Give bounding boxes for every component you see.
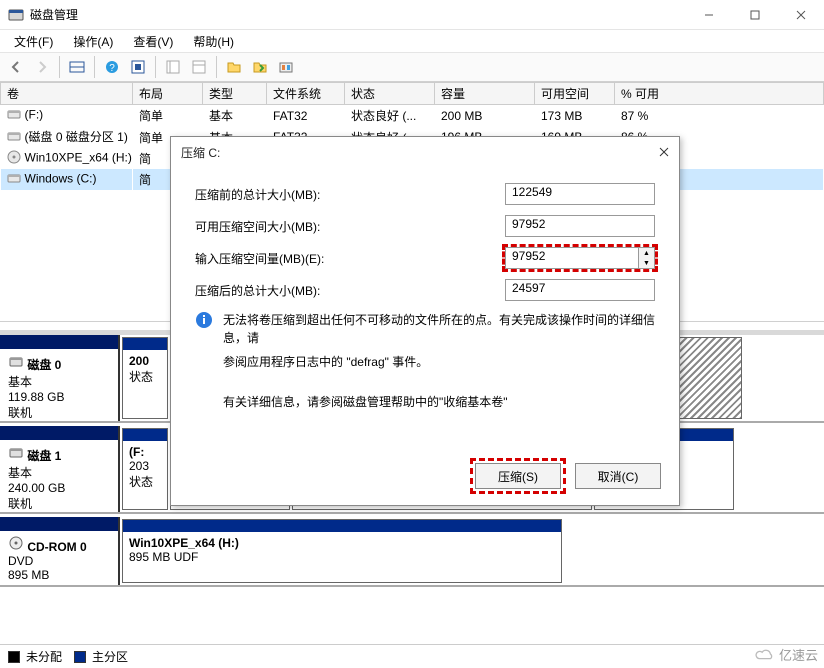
menu-bar: 文件(F) 操作(A) 查看(V) 帮助(H) [0, 30, 824, 52]
drive-icon [7, 129, 21, 146]
field-total-after: 24597 [505, 279, 655, 301]
dialog-help-text: 有关详细信息，请参阅磁盘管理帮助中的"收缩基本卷" [223, 393, 655, 410]
legend-unalloc-label: 未分配 [26, 648, 62, 665]
drive-icon [7, 171, 21, 188]
toolbar: ? [0, 52, 824, 82]
app-icon [8, 7, 24, 23]
svg-text:?: ? [109, 63, 115, 74]
volume-row[interactable]: (F:)简单基本FAT32状态良好 (...200 MB173 MB87 % [1, 105, 824, 127]
info-text-2: 参阅应用程序日志中的 "defrag" 事件。 [223, 353, 655, 371]
col-capacity[interactable]: 容量 [435, 83, 535, 105]
legend-primary-swatch [74, 651, 86, 663]
spinner-down-button[interactable]: ▼ [639, 258, 654, 268]
cancel-button[interactable]: 取消(C) [575, 463, 661, 489]
properties-button[interactable] [187, 55, 211, 79]
menu-view[interactable]: 查看(V) [125, 31, 181, 52]
col-layout[interactable]: 布局 [133, 83, 203, 105]
toolbar-sep [59, 56, 60, 78]
minimize-button[interactable] [686, 0, 732, 30]
volume-header-row: 卷 布局 类型 文件系统 状态 容量 可用空间 % 可用 [1, 83, 824, 105]
partition[interactable]: (F:203状态 [122, 428, 168, 510]
disk-row: CD-ROM 0DVD895 MBWin10XPE_x64 (H:)895 MB… [0, 517, 824, 587]
legend: 未分配 主分区 [0, 644, 824, 668]
shrink-amount-value[interactable]: 97952 [506, 248, 638, 268]
col-free[interactable]: 可用空间 [535, 83, 615, 105]
shrink-button[interactable]: 压缩(S) [475, 463, 561, 489]
back-button[interactable] [4, 55, 28, 79]
toolbar-sep [216, 56, 217, 78]
menu-file[interactable]: 文件(F) [6, 31, 61, 52]
field-total-before: 122549 [505, 183, 655, 205]
legend-primary-label: 主分区 [92, 648, 128, 665]
toolbar-sep [155, 56, 156, 78]
col-status[interactable]: 状态 [345, 83, 435, 105]
spinner-up-button[interactable]: ▲ [639, 248, 654, 258]
toolbar-sep [94, 56, 95, 78]
dialog-info: 无法将卷压缩到超出任何不可移动的文件所在的点。有关完成该操作时间的详细信息，请 … [195, 311, 655, 377]
col-fs[interactable]: 文件系统 [267, 83, 345, 105]
view-list-button[interactable] [65, 55, 89, 79]
legend-unalloc-swatch [8, 651, 20, 663]
shrink-amount-spinner[interactable]: 97952 ▲ ▼ [505, 247, 655, 269]
label-shrink-amount: 输入压缩空间量(MB)(E): [195, 250, 505, 267]
info-text-1: 无法将卷压缩到超出任何不可移动的文件所在的点。有关完成该操作时间的详细信息，请 [223, 311, 655, 347]
field-available: 97952 [505, 215, 655, 237]
watermark: 亿速云 [753, 645, 818, 664]
settings-button[interactable] [161, 55, 185, 79]
partition[interactable]: 200状态 [122, 337, 168, 419]
rescan-button[interactable] [274, 55, 298, 79]
disk-info[interactable]: 磁盘 0基本119.88 GB联机 [0, 335, 120, 421]
col-type[interactable]: 类型 [203, 83, 267, 105]
window-title: 磁盘管理 [30, 6, 686, 23]
col-pctfree[interactable]: % 可用 [615, 83, 824, 105]
close-button[interactable] [778, 0, 824, 30]
drive-icon [7, 107, 21, 124]
disk-partitions: Win10XPE_x64 (H:)895 MB UDF [120, 517, 824, 585]
window-titlebar: 磁盘管理 [0, 0, 824, 30]
action-button[interactable] [126, 55, 150, 79]
refresh-button[interactable] [248, 55, 272, 79]
label-available: 可用压缩空间大小(MB): [195, 218, 505, 235]
disc-icon [7, 150, 21, 167]
menu-help[interactable]: 帮助(H) [185, 31, 242, 52]
forward-button[interactable] [30, 55, 54, 79]
label-total-after: 压缩后的总计大小(MB): [195, 282, 505, 299]
dialog-close-button[interactable] [649, 137, 679, 167]
maximize-button[interactable] [732, 0, 778, 30]
label-total-before: 压缩前的总计大小(MB): [195, 186, 505, 203]
shrink-dialog: 压缩 C: 压缩前的总计大小(MB): 122549 可用压缩空间大小(MB):… [170, 136, 680, 506]
dialog-title: 压缩 C: [181, 144, 220, 161]
menu-action[interactable]: 操作(A) [65, 31, 121, 52]
dialog-titlebar[interactable]: 压缩 C: [171, 137, 679, 167]
partition[interactable]: Win10XPE_x64 (H:)895 MB UDF [122, 519, 562, 583]
info-icon [195, 311, 213, 377]
open-button[interactable] [222, 55, 246, 79]
help-button[interactable]: ? [100, 55, 124, 79]
col-volume[interactable]: 卷 [1, 83, 133, 105]
disk-info[interactable]: CD-ROM 0DVD895 MB [0, 517, 120, 585]
disk-info[interactable]: 磁盘 1基本240.00 GB联机 [0, 426, 120, 512]
